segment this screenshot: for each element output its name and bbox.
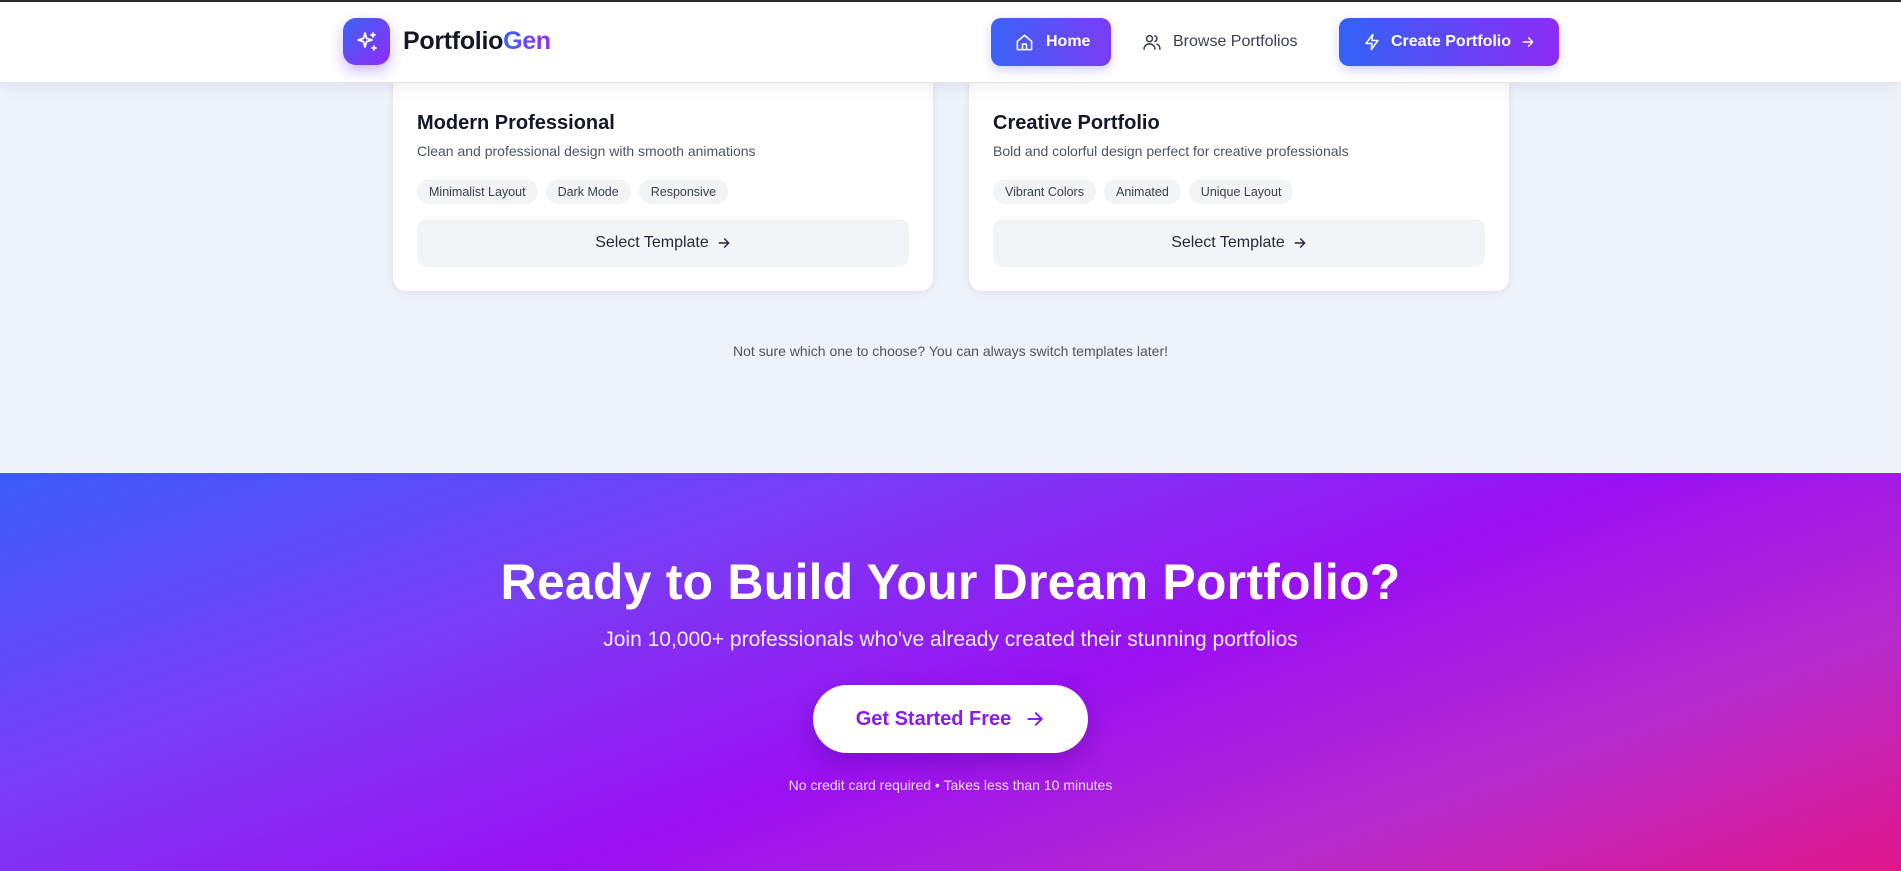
brand-name-part1: Portfolio: [403, 27, 504, 55]
arrow-right-icon: [1521, 35, 1535, 49]
select-template-label: Select Template: [595, 234, 709, 251]
template-switch-hint: Not sure which one to choose? You can al…: [732, 343, 1169, 359]
template-tag: Responsive: [638, 179, 729, 204]
template-card-modern-professional: Modern Professional Clean and profession…: [392, 50, 934, 292]
cta-title: Ready to Build Your Dream Portfolio?: [500, 554, 1401, 610]
select-template-label: Select Template: [1171, 234, 1285, 251]
brand-name-part2: Gen: [503, 27, 551, 55]
template-card-creative-portfolio: Creative Portfolio Bold and colorful des…: [968, 50, 1510, 292]
brand-name: PortfolioGen: [403, 27, 551, 56]
template-title: Creative Portfolio: [993, 112, 1160, 134]
navbar: PortfolioGen Home Browse Portfolios Crea…: [0, 2, 1901, 83]
template-tag: Vibrant Colors: [993, 179, 1096, 204]
select-template-button[interactable]: Select Template: [417, 219, 909, 267]
nav-create-label: Create Portfolio: [1391, 33, 1512, 50]
cta-section: Ready to Build Your Dream Portfolio? Joi…: [0, 473, 1901, 871]
get-started-label: Get Started Free: [855, 707, 1012, 730]
nav-home-button[interactable]: Home: [991, 18, 1111, 66]
template-tag: Animated: [1103, 179, 1181, 204]
cta-subtitle: Join 10,000+ professionals who've alread…: [603, 628, 1298, 651]
nav-browse-label: Browse Portfolios: [1173, 33, 1298, 50]
arrow-right-icon: [1025, 709, 1045, 729]
template-tag: Dark Mode: [545, 179, 631, 204]
cta-note: No credit card required • Takes less tha…: [788, 777, 1113, 793]
template-tags: Minimalist Layout Dark Mode Responsive: [417, 179, 729, 204]
users-icon: [1142, 32, 1162, 52]
template-tag: Unique Layout: [1188, 179, 1294, 204]
template-description: Clean and professional design with smoot…: [417, 143, 756, 159]
template-tag: Minimalist Layout: [417, 179, 538, 204]
arrow-right-icon: [1293, 236, 1307, 250]
nav-home-label: Home: [1046, 33, 1091, 50]
template-title: Modern Professional: [417, 112, 615, 134]
window-top-border: [0, 0, 1901, 2]
arrow-right-icon: [717, 236, 731, 250]
sparkles-icon: [343, 18, 390, 65]
template-tags: Vibrant Colors Animated Unique Layout: [993, 179, 1294, 204]
brand-logo[interactable]: PortfolioGen: [343, 18, 551, 65]
nav-browse-portfolios-link[interactable]: Browse Portfolios: [1142, 18, 1298, 66]
home-icon: [1015, 33, 1034, 52]
template-description: Bold and colorful design perfect for cre…: [993, 143, 1349, 159]
select-template-button[interactable]: Select Template: [993, 219, 1485, 267]
nav-create-portfolio-button[interactable]: Create Portfolio: [1339, 18, 1559, 66]
get-started-button[interactable]: Get Started Free: [813, 685, 1088, 753]
lightning-icon: [1363, 33, 1381, 51]
